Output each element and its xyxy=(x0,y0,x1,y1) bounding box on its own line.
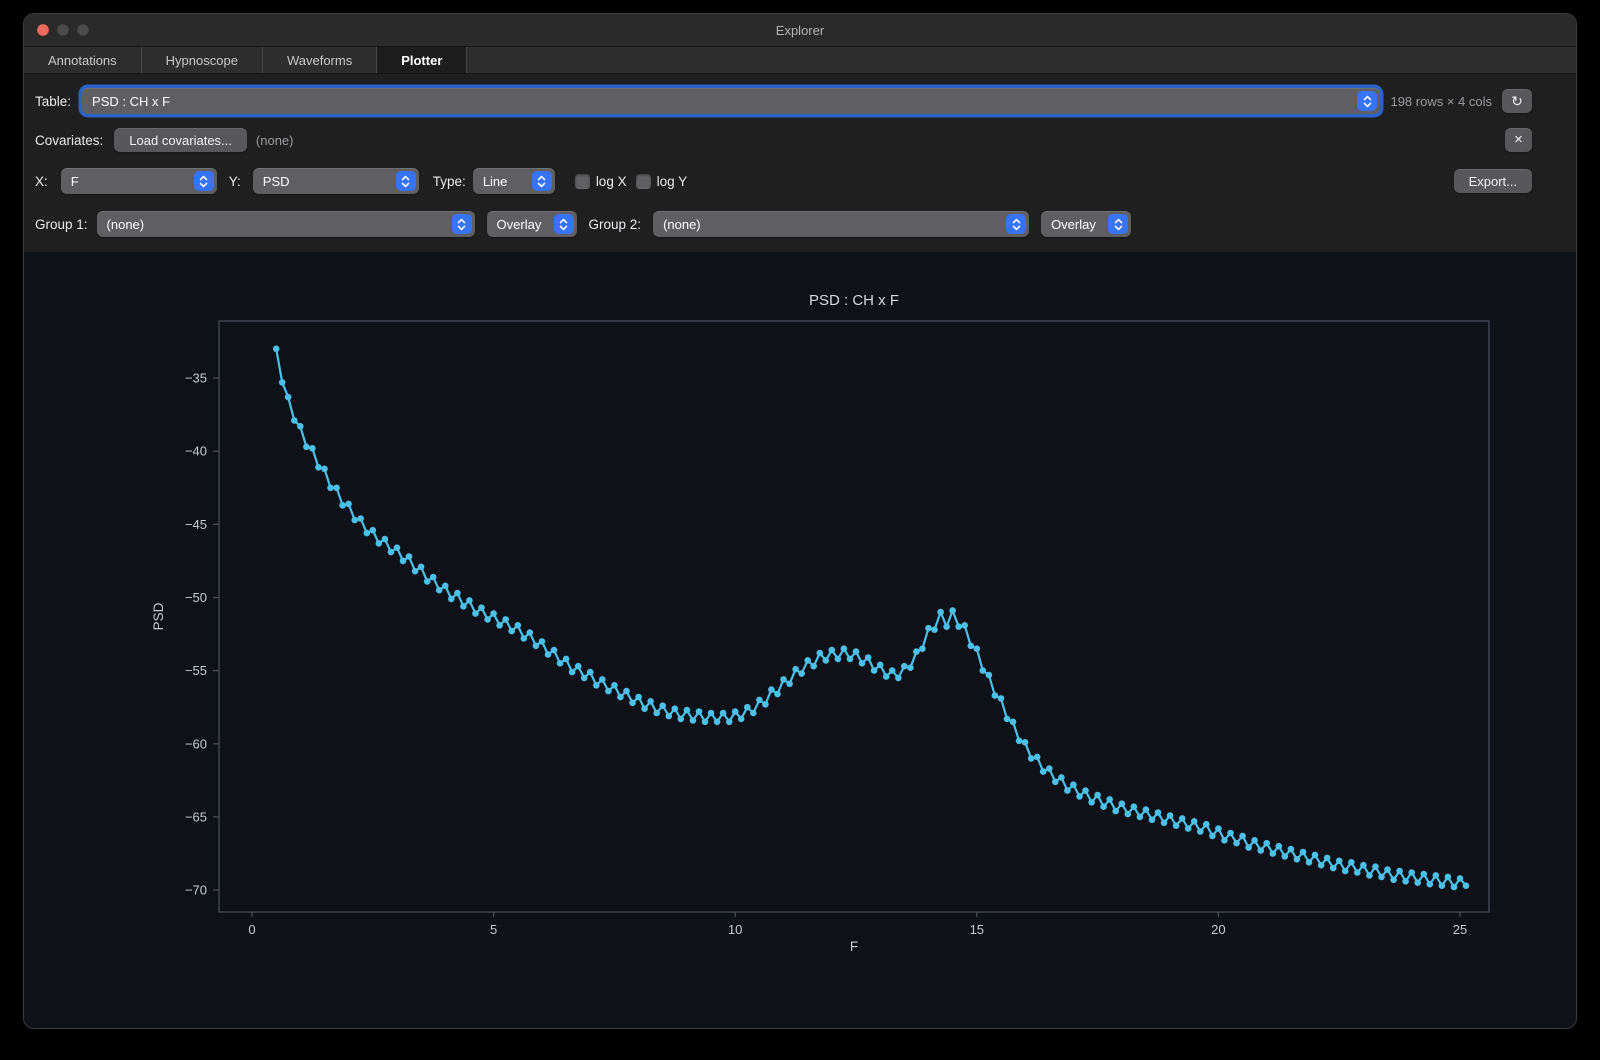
y-tick-label: −45 xyxy=(185,517,207,532)
x-tick-label: 10 xyxy=(728,922,742,937)
tab-annotations[interactable]: Annotations xyxy=(24,47,142,73)
x-tick-label: 20 xyxy=(1211,922,1225,937)
covariates-row: Covariates: Load covariates... (none) × xyxy=(35,128,1532,152)
y-tick-label: −35 xyxy=(185,371,207,386)
app-window: Explorer Annotations Hypnoscope Waveforms P… xyxy=(24,14,1576,1028)
plot-type-select-value: Line xyxy=(473,174,532,189)
y-tick-label: −40 xyxy=(185,444,207,459)
chart-series-markers xyxy=(273,346,1469,891)
table-shape-info: 198 rows × 4 cols xyxy=(1390,94,1492,109)
minimize-window-button[interactable] xyxy=(57,24,69,36)
refresh-icon: ↻ xyxy=(1511,93,1523,109)
load-covariates-button[interactable]: Load covariates... xyxy=(114,128,247,152)
x-axis-select-value: F xyxy=(61,174,194,189)
covariates-label: Covariates: xyxy=(35,133,103,148)
log-x-checkbox[interactable] xyxy=(575,174,590,189)
y-tick-label: −50 xyxy=(185,590,207,605)
zoom-window-button[interactable] xyxy=(77,24,89,36)
psd-line-chart: 0 5 10 15 20 25 −35 −40 −45 −50 −55 −60 −65 −70 PSD : … xyxy=(24,252,1576,1028)
group2-label: Group 2: xyxy=(589,217,642,232)
plot-type-label: Type: xyxy=(433,174,466,189)
x-tick-label: 15 xyxy=(970,922,984,937)
group1-select-value: (none) xyxy=(97,217,452,232)
group1-mode-value: Overlay xyxy=(487,217,554,232)
axes-row: X: F Y: PSD Type: Line xyxy=(35,168,1532,194)
tab-bar: Annotations Hypnoscope Waveforms Plotter xyxy=(24,47,1576,74)
group1-mode-select[interactable]: Overlay xyxy=(487,211,577,237)
log-y-checkbox[interactable] xyxy=(636,174,651,189)
log-x-label: log X xyxy=(596,174,627,189)
group2-mode-select[interactable]: Overlay xyxy=(1041,211,1131,237)
chevron-up-down-icon xyxy=(532,171,552,191)
chart-series-line xyxy=(276,349,1466,887)
tab-waveforms[interactable]: Waveforms xyxy=(263,47,377,73)
tab-label: Hypnoscope xyxy=(166,53,238,68)
group2-select[interactable]: (none) xyxy=(653,211,1029,237)
close-window-button[interactable] xyxy=(37,24,49,36)
refresh-table-button[interactable]: ↻ xyxy=(1502,89,1532,113)
plot-type-select[interactable]: Line xyxy=(473,168,555,194)
chevron-up-down-icon xyxy=(452,214,472,234)
chevron-up-down-icon xyxy=(554,214,574,234)
close-icon: × xyxy=(1514,131,1523,148)
chevron-up-down-icon xyxy=(1357,91,1377,111)
x-axis-label: X: xyxy=(35,174,48,189)
window-controls xyxy=(37,14,89,46)
window-title: Explorer xyxy=(776,23,824,38)
group1-label: Group 1: xyxy=(35,217,88,232)
y-axis-label: Y: xyxy=(229,174,241,189)
x-axis-select[interactable]: F xyxy=(61,168,217,194)
toolbar: Table: PSD : CH x F 198 rows × 4 cols ↻ … xyxy=(24,74,1576,252)
tab-plotter[interactable]: Plotter xyxy=(377,47,467,73)
covariates-status: (none) xyxy=(256,133,294,148)
log-y-label: log Y xyxy=(657,174,688,189)
window-titlebar: Explorer xyxy=(24,14,1576,47)
tab-hypnoscope[interactable]: Hypnoscope xyxy=(142,47,263,73)
chart-axes xyxy=(219,321,1489,912)
tab-label: Annotations xyxy=(48,53,117,68)
x-tick-label: 25 xyxy=(1453,922,1467,937)
table-row: Table: PSD : CH x F 198 rows × 4 cols ↻ xyxy=(35,86,1532,116)
chevron-up-down-icon xyxy=(396,171,416,191)
x-tick-label: 5 xyxy=(490,922,497,937)
chevron-up-down-icon xyxy=(1108,214,1128,234)
y-tick-label: −60 xyxy=(185,736,207,751)
table-select-value: PSD : CH x F xyxy=(82,94,1357,109)
x-tick-label: 0 xyxy=(248,922,255,937)
chart-title: PSD : CH x F xyxy=(809,292,899,309)
group2-mode-value: Overlay xyxy=(1041,217,1108,232)
chevron-up-down-icon xyxy=(194,171,214,191)
y-axis-select[interactable]: PSD xyxy=(253,168,419,194)
chart-xlabel: F xyxy=(850,939,858,954)
group2-select-value: (none) xyxy=(653,217,1006,232)
y-tick-label: −65 xyxy=(185,809,207,824)
clear-covariates-button[interactable]: × xyxy=(1505,128,1532,152)
table-label: Table: xyxy=(35,94,71,109)
chart-ylabel: PSD xyxy=(151,602,166,630)
plot-figure: 0 5 10 15 20 25 −35 −40 −45 −50 −55 −60 −65 −70 PSD : … xyxy=(24,252,1576,1028)
tab-label: Waveforms xyxy=(287,53,352,68)
group1-select[interactable]: (none) xyxy=(97,211,475,237)
groups-row: Group 1: (none) Overlay Group 2: (none) xyxy=(35,210,1532,238)
table-select[interactable]: PSD : CH x F xyxy=(82,88,1380,114)
y-axis-select-value: PSD xyxy=(253,174,396,189)
tab-label: Plotter xyxy=(401,53,442,68)
export-button[interactable]: Export... xyxy=(1454,169,1532,193)
y-tick-label: −70 xyxy=(185,883,207,898)
y-tick-label: −55 xyxy=(185,663,207,678)
chevron-up-down-icon xyxy=(1006,214,1026,234)
